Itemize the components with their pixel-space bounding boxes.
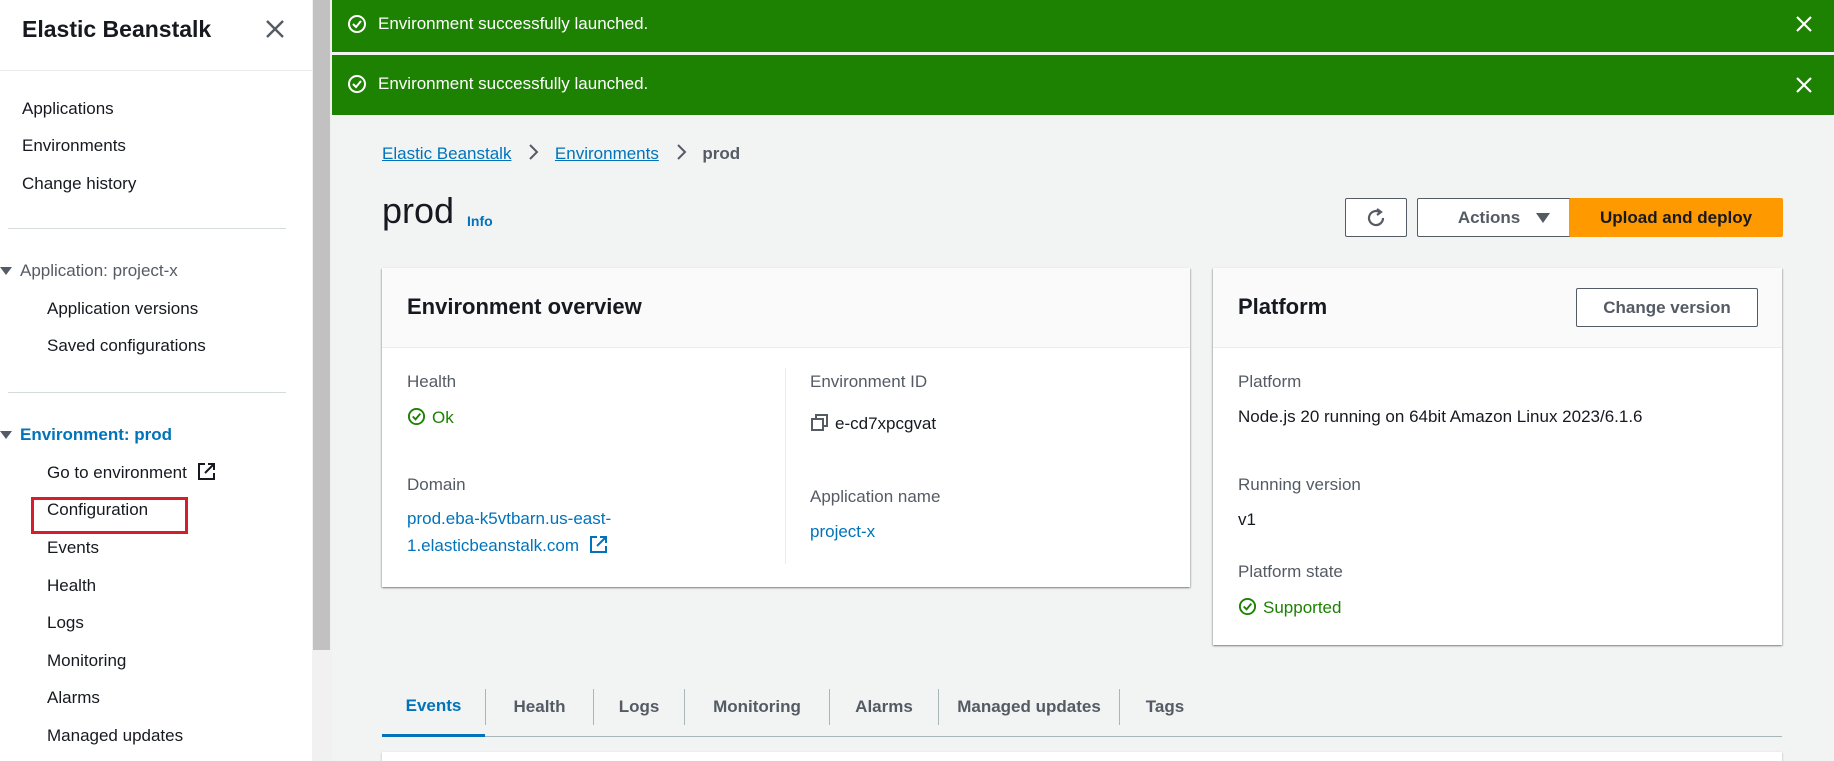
- success-check-icon: [1238, 597, 1257, 616]
- environment-overview-card: Environment overview Health Ok Domain pr…: [382, 268, 1190, 587]
- success-check-icon: [407, 407, 426, 426]
- sidebar-divider: [8, 392, 286, 393]
- sidebar-item-health[interactable]: Health: [47, 576, 96, 596]
- domain-label: Domain: [407, 475, 466, 494]
- success-check-icon: [348, 15, 366, 33]
- tab-events[interactable]: Events: [382, 677, 485, 737]
- breadcrumb: Elastic Beanstalk Environments prod: [382, 143, 740, 164]
- tab-content-panel: [382, 752, 1782, 761]
- success-check-icon: [348, 75, 366, 93]
- caret-down-icon: [1536, 212, 1551, 223]
- dismiss-icon[interactable]: [1794, 75, 1814, 95]
- copy-icon[interactable]: [810, 413, 829, 432]
- environment-overview-title: Environment overview: [407, 294, 642, 319]
- tab-alarms[interactable]: Alarms: [830, 677, 938, 736]
- sidebar-item-go-to-environment[interactable]: Go to environment: [47, 462, 216, 483]
- domain-line-text: 1.elasticbeanstalk.com: [407, 536, 579, 555]
- environment-section-label: Environment: prod: [20, 425, 173, 444]
- platform-title: Platform: [1238, 294, 1328, 319]
- environment-tabs: Events Health Logs Monitoring Alarms Man…: [382, 677, 1782, 737]
- caret-down-icon: [0, 430, 12, 439]
- sidebar-item-monitoring[interactable]: Monitoring: [47, 651, 126, 671]
- refresh-icon: [1367, 207, 1385, 226]
- sidebar-item-events[interactable]: Events: [47, 538, 99, 558]
- caret-down-icon: [0, 266, 12, 275]
- platform-state-text: Supported: [1263, 598, 1342, 617]
- application-section-toggle[interactable]: Application: project-x: [0, 261, 178, 281]
- environment-id-value: e-cd7xpcgvat: [810, 413, 936, 434]
- info-link[interactable]: Info: [467, 213, 493, 229]
- application-section-label: Application: project-x: [20, 261, 178, 280]
- chevron-right-icon: [529, 144, 539, 160]
- health-value: Ok: [407, 407, 454, 428]
- running-version-label: Running version: [1238, 475, 1361, 494]
- actions-dropdown-button[interactable]: Actions: [1417, 198, 1591, 237]
- flash-success: Environment successfully launched.: [332, 0, 1834, 52]
- sidebar-item-applications[interactable]: Applications: [22, 99, 114, 119]
- dismiss-icon[interactable]: [1794, 14, 1814, 34]
- breadcrumb-environments[interactable]: Environments: [555, 144, 659, 163]
- sidebar-item-change-history[interactable]: Change history: [22, 174, 136, 194]
- flash-success: Environment successfully launched.: [332, 55, 1834, 115]
- card-header: Environment overview: [382, 268, 1190, 348]
- breadcrumb-elastic-beanstalk[interactable]: Elastic Beanstalk: [382, 144, 511, 163]
- tab-health[interactable]: Health: [486, 677, 593, 736]
- health-label: Health: [407, 372, 457, 391]
- sidebar-item-application-versions[interactable]: Application versions: [47, 299, 198, 319]
- tab-monitoring[interactable]: Monitoring: [685, 677, 829, 736]
- main-content: Environment successfully launched. Envir…: [332, 0, 1834, 761]
- upload-and-deploy-button[interactable]: Upload and deploy: [1569, 198, 1783, 237]
- platform-value: Node.js 20 running on 64bit Amazon Linux…: [1238, 407, 1643, 426]
- sidebar-item-managed-updates[interactable]: Managed updates: [47, 726, 183, 746]
- health-status-text: Ok: [432, 408, 454, 427]
- running-version-value: v1: [1238, 510, 1256, 529]
- environment-id-label: Environment ID: [810, 372, 928, 391]
- breadcrumb-current: prod: [702, 144, 741, 163]
- sidebar-item-label: Go to environment: [47, 463, 187, 482]
- column-divider: [785, 368, 786, 564]
- platform-label: Platform: [1238, 372, 1302, 391]
- sidebar-item-saved-configurations[interactable]: Saved configurations: [47, 336, 206, 356]
- page-title: prod: [382, 190, 455, 231]
- domain-line: prod.eba-k5vtbarn.us-east-: [407, 509, 612, 528]
- tab-managed-updates[interactable]: Managed updates: [939, 677, 1119, 736]
- sidebar-item-configuration[interactable]: Configuration: [47, 500, 148, 520]
- platform-state-label: Platform state: [1238, 562, 1343, 581]
- flash-message: Environment successfully launched.: [378, 14, 649, 33]
- tab-tags[interactable]: Tags: [1120, 677, 1210, 736]
- sidebar-item-alarms[interactable]: Alarms: [47, 688, 100, 708]
- environment-section-toggle[interactable]: Environment: prod: [0, 425, 172, 445]
- sidebar-title: Elastic Beanstalk: [22, 16, 212, 42]
- sidebar-scrollbar-thumb[interactable]: [313, 0, 330, 650]
- external-link-icon: [197, 463, 215, 480]
- domain-link[interactable]: prod.eba-k5vtbarn.us-east- 1.elasticbean…: [407, 509, 611, 556]
- sidebar-divider: [8, 228, 286, 229]
- sidebar-item-logs[interactable]: Logs: [47, 613, 84, 633]
- change-version-button[interactable]: Change version: [1576, 288, 1758, 327]
- tab-logs[interactable]: Logs: [594, 677, 684, 736]
- refresh-button[interactable]: [1345, 198, 1407, 237]
- actions-label: Actions: [1457, 207, 1521, 227]
- domain-line: 1.elasticbeanstalk.com: [407, 535, 611, 556]
- chevron-right-icon: [676, 144, 687, 160]
- sidebar-header-divider: [0, 70, 312, 71]
- platform-card: Platform Change version Platform Node.js…: [1213, 268, 1782, 645]
- sidebar-item-environments[interactable]: Environments: [22, 136, 126, 156]
- flash-message: Environment successfully launched.: [378, 74, 649, 93]
- close-icon[interactable]: [262, 16, 288, 42]
- application-name-link[interactable]: project-x: [810, 522, 875, 542]
- external-link-icon: [589, 536, 607, 553]
- application-name-label: Application name: [810, 487, 941, 506]
- platform-state-value: Supported: [1238, 597, 1341, 618]
- environment-id-text: e-cd7xpcgvat: [835, 414, 937, 433]
- sidebar: Elastic Beanstalk Applications Environme…: [0, 0, 312, 761]
